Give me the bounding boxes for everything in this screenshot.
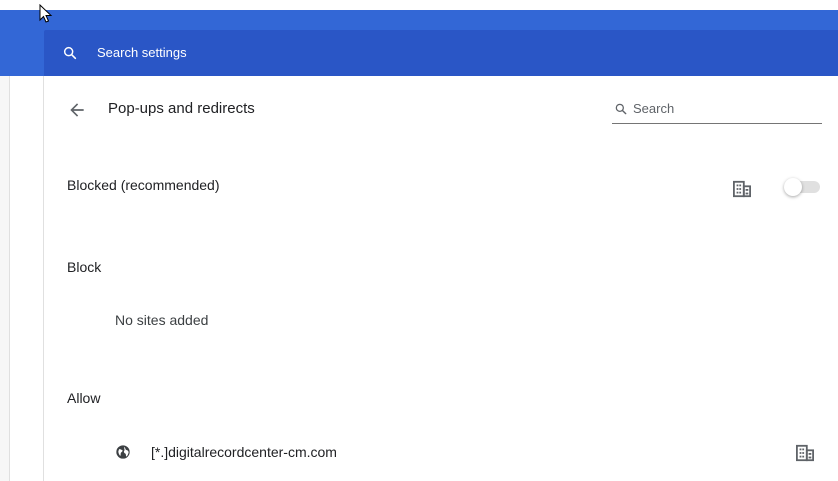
enterprise-policy-icon[interactable] (796, 444, 814, 462)
allowed-site-url: [*.]digitalrecordcenter-cm.com (151, 444, 337, 460)
blocked-setting-label: Blocked (recommended) (67, 177, 220, 193)
page-search-field[interactable]: Search (612, 97, 822, 124)
window-top-strip (0, 0, 838, 10)
page-title: Pop-ups and redirects (108, 100, 255, 117)
search-icon (63, 46, 77, 60)
blocked-toggle[interactable] (784, 178, 820, 196)
left-gutter (0, 76, 10, 481)
allow-section-heading: Allow (67, 390, 101, 406)
settings-header: Search settings (0, 10, 838, 77)
enterprise-policy-icon[interactable] (733, 180, 751, 198)
settings-search-bar[interactable]: Search settings (44, 30, 838, 77)
settings-card: Pop-ups and redirects Search Blocked (re… (44, 76, 838, 481)
globe-icon (116, 445, 130, 459)
back-arrow-icon[interactable] (67, 100, 87, 120)
search-settings-placeholder: Search settings (97, 45, 187, 60)
page-search-label: Search (633, 101, 675, 116)
toggle-knob (784, 178, 802, 196)
cursor-icon (39, 4, 53, 23)
search-icon (615, 103, 627, 115)
block-empty-message: No sites added (115, 312, 209, 328)
block-section-heading: Block (67, 259, 102, 275)
